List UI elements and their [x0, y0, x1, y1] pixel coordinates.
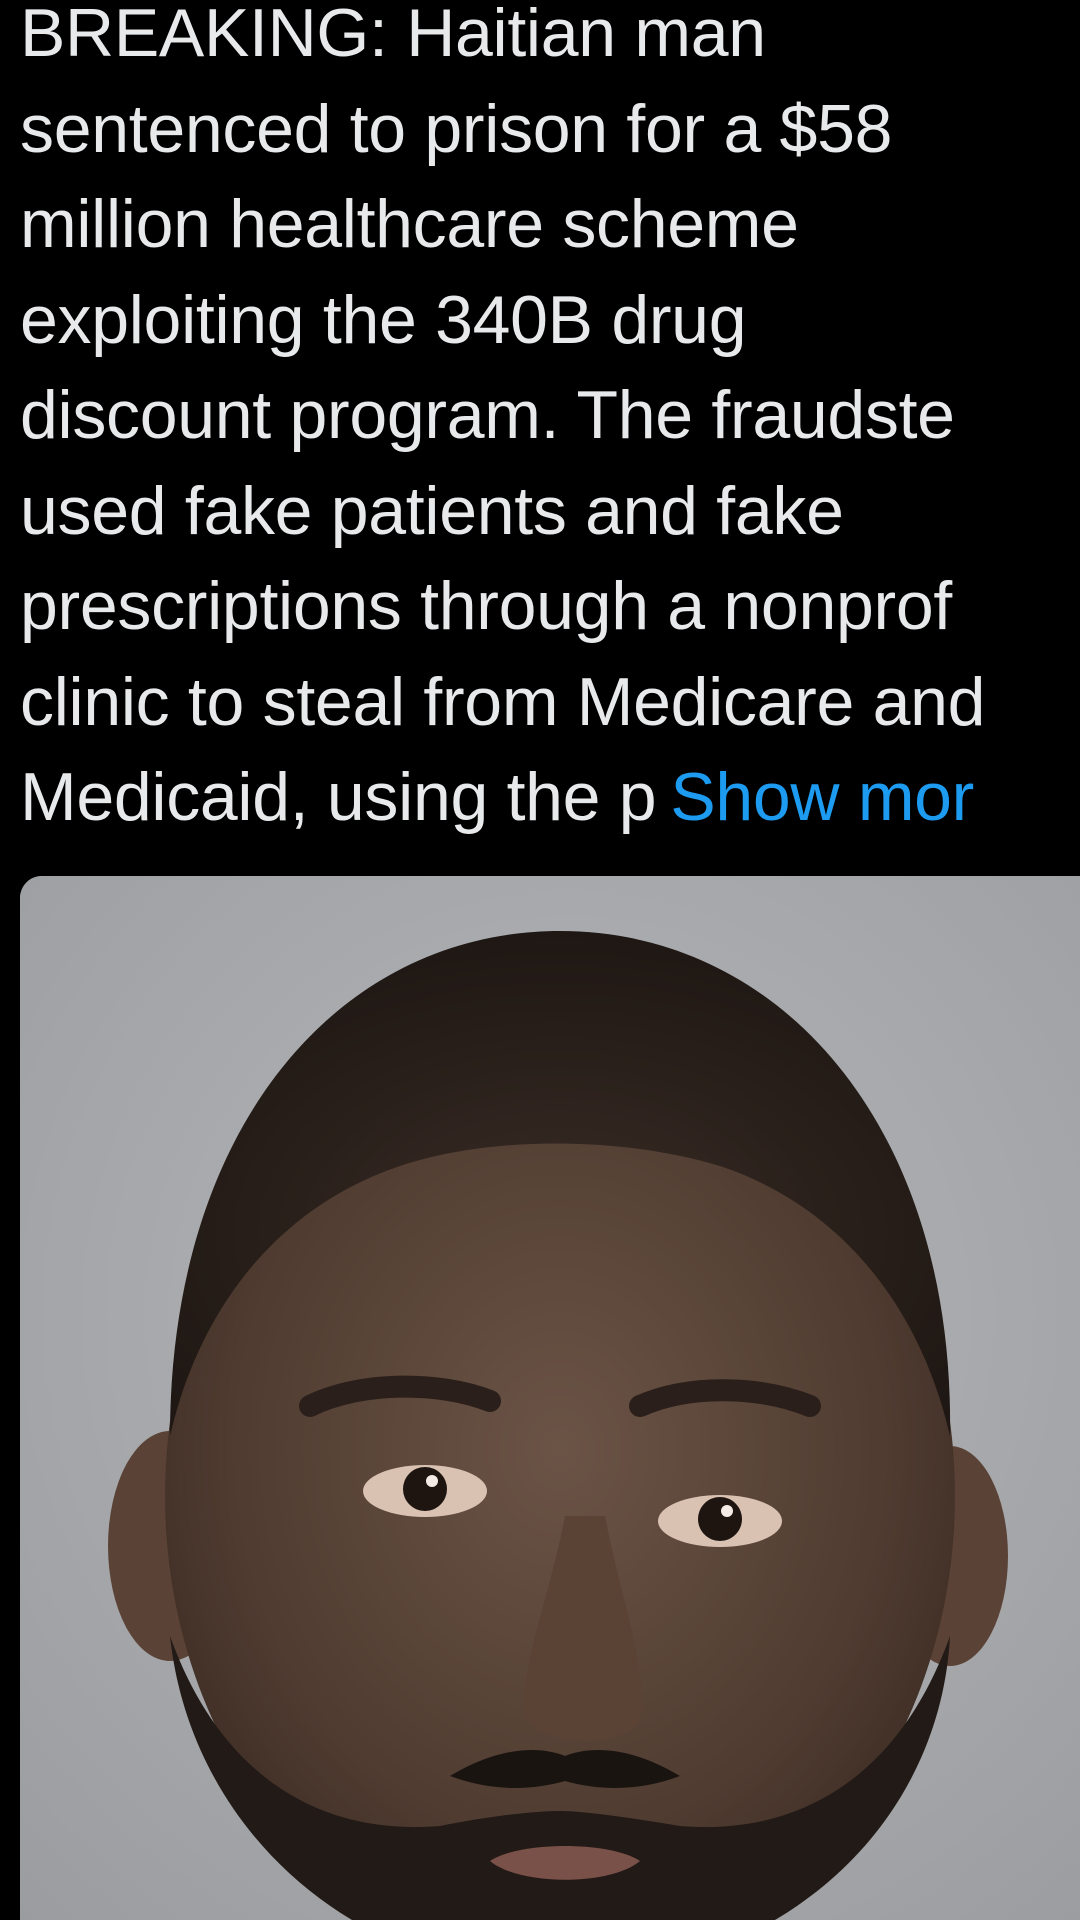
post-text-line: used fake patients and fake — [20, 472, 844, 549]
post-text-line: sentenced to prison for a $58 — [20, 90, 893, 167]
post-text-line: discount program. The fraudste — [20, 377, 955, 453]
post-body-text: BREAKING: Haitian man sentenced to priso… — [20, 0, 1080, 846]
show-more-link[interactable]: Show mor — [670, 759, 974, 835]
post-media-photo[interactable] — [20, 876, 1080, 1920]
post-text-line: million healthcare scheme — [20, 186, 799, 262]
post-text-last-line: Medicaid, using the p Show mor — [20, 750, 1080, 846]
post-text-line: exploiting the 340B drug — [20, 281, 747, 358]
mugshot-image — [20, 876, 1080, 1920]
tweet-screen: BREAKING: Haitian man sentenced to priso… — [0, 0, 1080, 1920]
post-text-line: clinic to steal from Medicare and — [20, 663, 986, 740]
post-text-line: BREAKING: Haitian man — [20, 0, 766, 71]
post-text-line: Medicaid, using the p — [20, 759, 657, 835]
post-text-line: prescriptions through a nonprof — [20, 568, 952, 644]
